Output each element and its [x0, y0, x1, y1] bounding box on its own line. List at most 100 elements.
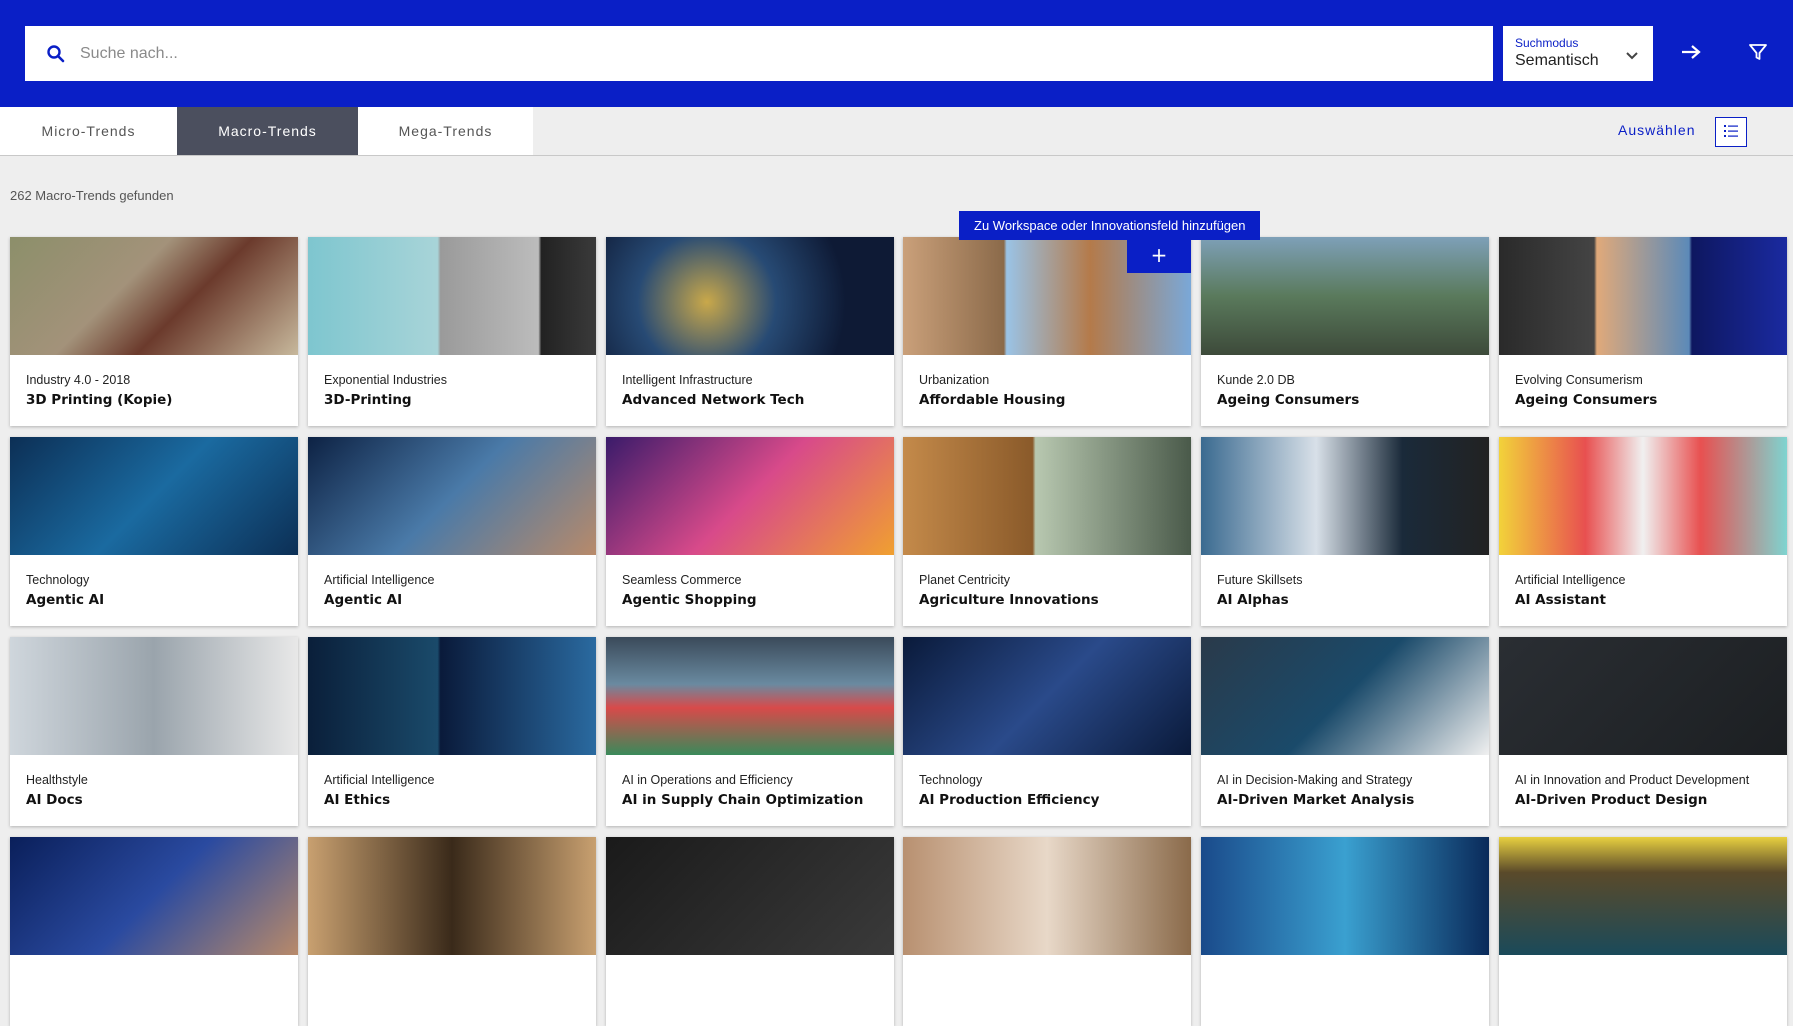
add-to-workspace-button[interactable]: + [1127, 237, 1191, 273]
trend-card-image [903, 437, 1191, 555]
trend-card-image [1201, 437, 1489, 555]
trend-card-image [308, 437, 596, 555]
list-view-icon [1723, 123, 1739, 142]
trend-card[interactable]: Technology AI Production Efficiency [903, 637, 1191, 826]
trend-card-category: Artificial Intelligence [324, 773, 435, 787]
tab-mega-trends[interactable]: Mega-Trends [358, 107, 533, 155]
trend-card[interactable]: Intelligent Infrastructure Advanced Netwo… [606, 237, 894, 426]
trend-card-image [1499, 437, 1787, 555]
trend-card-image [1499, 837, 1787, 955]
search-mode-label: Suchmodus [1515, 36, 1579, 50]
trend-card[interactable]: Technology Agentic AI [10, 437, 298, 626]
trend-card[interactable]: Healthstyle AI Docs [10, 637, 298, 826]
trend-card-category: Future Skillsets [1217, 573, 1303, 587]
trend-card[interactable]: Evolving Consumerism Ageing Consumers [1499, 237, 1787, 426]
trend-card[interactable] [903, 837, 1191, 1026]
trend-card-image [606, 237, 894, 355]
trend-card-category: Intelligent Infrastructure [622, 373, 753, 387]
trend-card-image [1201, 837, 1489, 955]
arrow-right-icon [1680, 44, 1702, 64]
trend-card-title: Agriculture Innovations [919, 592, 1099, 608]
trend-card-title: AI-Driven Market Analysis [1217, 792, 1415, 808]
trend-card[interactable]: AI in Decision-Making and Strategy AI-Dri… [1201, 637, 1489, 826]
trend-card-image [308, 637, 596, 755]
trend-card-title: 3D Printing (Kopie) [26, 392, 173, 408]
trend-card-category: Industry 4.0 - 2018 [26, 373, 131, 387]
trend-card[interactable] [1499, 837, 1787, 1026]
trend-card[interactable]: Exponential Industries 3D-Printing [308, 237, 596, 426]
trend-card-image [1499, 637, 1787, 755]
trend-card-title: Agentic AI [26, 592, 105, 608]
trend-card-title: Ageing Consumers [1217, 392, 1360, 408]
top-bar: Suchmodus Semantisch [0, 0, 1793, 107]
trend-card-category: Kunde 2.0 DB [1217, 373, 1295, 387]
trend-card-image [10, 637, 298, 755]
add-tooltip: Zu Workspace oder Innovationsfeld hinzuf… [959, 211, 1261, 240]
trend-card[interactable]: Planet Centricity Agriculture Innovations [903, 437, 1191, 626]
trend-card-image [308, 237, 596, 355]
trend-card-category: Technology [919, 773, 983, 787]
trend-card-image [903, 637, 1191, 755]
trend-card[interactable]: Future Skillsets AI Alphas [1201, 437, 1489, 626]
trend-card-title: AI Ethics [324, 792, 391, 808]
trend-card-image [1499, 237, 1787, 355]
chevron-down-icon[interactable] [1625, 46, 1639, 65]
trend-card-category: Evolving Consumerism [1515, 373, 1643, 387]
trend-card[interactable]: Kunde 2.0 DB Ageing Consumers [1201, 237, 1489, 426]
trend-card-title: AI Assistant [1515, 592, 1606, 608]
trend-card[interactable]: Urbanization Affordable Housing + [903, 237, 1191, 426]
trend-card-title: Agentic Shopping [622, 592, 757, 608]
trend-card-category: Seamless Commerce [622, 573, 742, 587]
trend-card-category: Urbanization [919, 373, 990, 387]
list-view-button[interactable] [1715, 117, 1747, 147]
filter-icon [1748, 42, 1768, 66]
trend-card-title: Ageing Consumers [1515, 392, 1658, 408]
trend-card[interactable]: Artificial Intelligence AI Ethics [308, 637, 596, 826]
tab-macro-trends[interactable]: Macro-Trends [177, 107, 358, 155]
tab-micro-trends[interactable]: Micro-Trends [0, 107, 177, 155]
search-mode-select[interactable]: Suchmodus Semantisch [1503, 26, 1653, 81]
trend-card[interactable]: AI in Operations and Efficiency AI in Sup… [606, 637, 894, 826]
trend-card[interactable]: Industry 4.0 - 2018 3D Printing (Kopie) [10, 237, 298, 426]
trend-card-title: Affordable Housing [919, 392, 1066, 408]
trend-card-title: AI Alphas [1217, 592, 1289, 608]
trend-card-image [606, 637, 894, 755]
trend-card-title: AI-Driven Product Design [1515, 792, 1708, 808]
trend-card[interactable] [308, 837, 596, 1026]
search-icon[interactable] [41, 39, 71, 69]
tab-bar: Micro-Trends Macro-Trends Mega-Trends Au… [0, 107, 1793, 384]
trend-card-category: AI in Decision-Making and Strategy [1217, 773, 1413, 787]
trend-card-image [308, 837, 596, 955]
view-toggle [1715, 117, 1779, 384]
trend-card[interactable]: Artificial Intelligence Agentic AI [308, 437, 596, 626]
trend-card-category: Healthstyle [26, 773, 88, 787]
result-count: 262 Macro-Trends gefunden [10, 188, 174, 203]
trend-card[interactable]: AI in Innovation and Product Development… [1499, 637, 1787, 826]
search-submit-button[interactable] [1673, 38, 1709, 70]
search-input[interactable] [80, 38, 1460, 69]
trend-card-category: AI in Innovation and Product Development [1515, 773, 1750, 787]
trend-card[interactable] [606, 837, 894, 1026]
trend-card[interactable] [10, 837, 298, 1026]
trend-card-category: AI in Operations and Efficiency [622, 773, 793, 787]
trend-card-title: Agentic AI [324, 592, 403, 608]
trend-card-image [10, 237, 298, 355]
trend-card-image [10, 837, 298, 955]
trend-card-category: Artificial Intelligence [1515, 573, 1626, 587]
trend-card-image [903, 837, 1191, 955]
trend-card-image [606, 437, 894, 555]
trend-card-title: 3D-Printing [324, 392, 412, 408]
trend-card-image [10, 437, 298, 555]
select-link[interactable]: Auswählen [1618, 122, 1696, 138]
trend-card-category: Technology [26, 573, 90, 587]
trend-card[interactable] [1201, 837, 1489, 1026]
filter-button[interactable] [1740, 38, 1776, 70]
trend-card-title: AI Docs [26, 792, 83, 808]
trend-card[interactable]: Artificial Intelligence AI Assistant [1499, 437, 1787, 626]
search-mode-value: Semantisch [1515, 52, 1599, 69]
trend-card-image [606, 837, 894, 955]
trend-card[interactable]: Seamless Commerce Agentic Shopping [606, 437, 894, 626]
search-box[interactable] [25, 26, 1493, 81]
trend-card-title: AI Production Efficiency [919, 792, 1100, 808]
trend-card-image [1201, 237, 1489, 355]
